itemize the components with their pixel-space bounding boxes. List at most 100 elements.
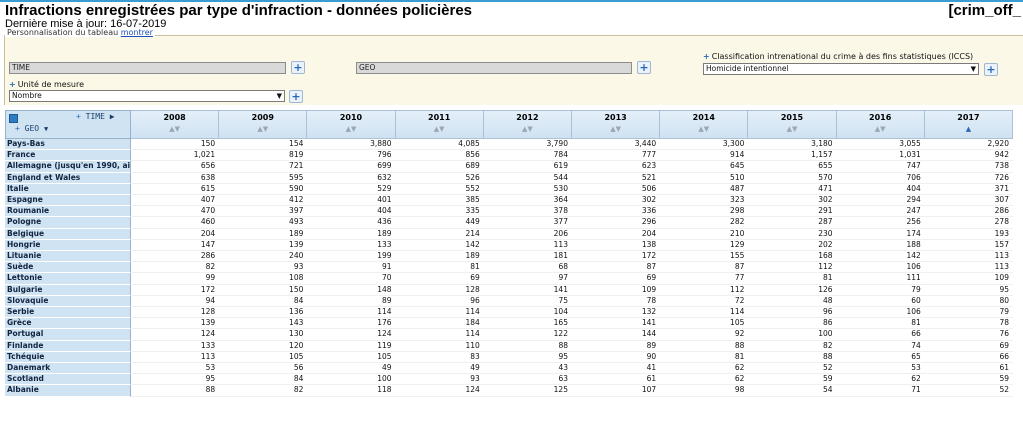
row-label[interactable]: Tchéquie xyxy=(5,351,131,363)
table-cell: 595 xyxy=(219,173,308,184)
time-dimension-box[interactable]: TIME xyxy=(9,62,286,74)
table-cell: 139 xyxy=(131,318,220,330)
add-unit-button[interactable]: + xyxy=(289,90,303,103)
row-label[interactable]: Grèce xyxy=(5,318,131,330)
table-row: Roumanie 470 397 404 335 378 336 298 291 247 286 xyxy=(5,206,1018,218)
show-link[interactable]: montrer xyxy=(121,28,153,37)
row-label[interactable]: Slovaquie xyxy=(5,295,131,307)
table-cell: 302 xyxy=(572,195,661,207)
table-row: Espagne 407 412 401 385 364 302 323 302 294 307 xyxy=(5,195,1018,207)
table-cell: 738 xyxy=(924,161,1013,173)
add-time-button[interactable]: + xyxy=(291,61,305,74)
table-cell: 240 xyxy=(219,251,308,263)
table-corner: + TIME ▶ + GEO ▼ xyxy=(5,110,131,139)
plus-icon[interactable]: + xyxy=(703,52,710,61)
table-cell: 176 xyxy=(307,318,396,330)
table-icon[interactable] xyxy=(9,114,18,123)
table-cell: 72 xyxy=(660,296,749,307)
table-cell: 59 xyxy=(748,374,837,386)
table-cell: 91 xyxy=(307,262,396,274)
sort-icon[interactable]: ▲▼ xyxy=(131,125,218,133)
table-cell: 112 xyxy=(748,262,837,274)
table-cell: 125 xyxy=(483,385,572,397)
row-label[interactable]: Danemark xyxy=(5,363,131,375)
table-row: Albanie 88 82 118 124 125 107 98 54 71 52 xyxy=(5,385,1018,397)
sort-icon[interactable]: ▲▼ xyxy=(219,125,306,133)
geo-axis-label[interactable]: + GEO ▼ xyxy=(15,124,48,133)
year-header-2013[interactable]: 2013 ▲▼ xyxy=(572,110,661,139)
year-header-2009[interactable]: 2009 ▲▼ xyxy=(219,110,308,139)
table-cell: 96 xyxy=(748,307,837,319)
table-cell: 62 xyxy=(836,374,925,386)
row-label[interactable]: Belgique xyxy=(5,228,131,240)
table-cell: 113 xyxy=(131,352,220,363)
table-cell: 113 xyxy=(924,262,1013,274)
row-label[interactable]: Pologne xyxy=(5,217,131,229)
row-label[interactable]: Italie xyxy=(5,183,131,195)
row-label[interactable]: Roumanie xyxy=(5,206,131,218)
table-cell: 487 xyxy=(660,184,749,195)
year-header-2017[interactable]: 2017 ▲ xyxy=(924,110,1013,139)
table-cell: 132 xyxy=(572,307,661,319)
row-label[interactable]: Finlande xyxy=(5,340,131,352)
row-label[interactable]: Lettonie xyxy=(5,273,131,285)
year-header-2012[interactable]: 2012 ▲▼ xyxy=(483,110,572,139)
year-header-2016[interactable]: 2016 ▲▼ xyxy=(836,110,925,139)
table-row: Suède 82 93 91 81 68 87 87 112 106 113 xyxy=(5,262,1018,274)
add-iccs-button[interactable]: + xyxy=(984,63,998,76)
row-label[interactable]: Allemagne (jusqu'en 1990, ai xyxy=(5,161,131,173)
sort-icon[interactable]: ▲▼ xyxy=(484,125,571,133)
sort-icon[interactable]: ▲▼ xyxy=(396,125,483,133)
table-cell: 106 xyxy=(836,262,925,274)
table-cell: 124 xyxy=(131,329,220,341)
table-cell: 3,300 xyxy=(660,139,749,151)
row-label[interactable]: Espagne xyxy=(5,195,131,207)
table-cell: 93 xyxy=(395,374,484,386)
table-cell: 118 xyxy=(307,385,396,397)
unit-select[interactable]: Nombre ▼ xyxy=(9,90,285,102)
table-cell: 65 xyxy=(836,352,925,363)
sort-icon[interactable]: ▲ xyxy=(925,125,1012,133)
table-cell: 336 xyxy=(572,206,661,218)
table-row: Scotland 95 84 100 93 63 61 62 59 62 59 xyxy=(5,374,1018,386)
table-row: Italie 615 590 529 552 530 506 487 471 404 371 xyxy=(5,183,1018,195)
row-label[interactable]: Pays-Bas xyxy=(5,139,131,151)
table-cell: 53 xyxy=(131,363,220,375)
table-cell: 66 xyxy=(924,352,1013,363)
row-label[interactable]: Bulgarie xyxy=(5,284,131,296)
sort-icon[interactable]: ▲▼ xyxy=(660,125,747,133)
sort-icon[interactable]: ▲▼ xyxy=(837,125,924,133)
year-header-2011[interactable]: 2011 ▲▼ xyxy=(395,110,484,139)
table-cell: 105 xyxy=(660,318,749,330)
table-cell: 80 xyxy=(924,296,1013,307)
table-cell: 141 xyxy=(572,318,661,330)
table-cell: 84 xyxy=(219,296,308,307)
table-cell: 286 xyxy=(924,206,1013,218)
table-cell: 62 xyxy=(660,374,749,386)
row-label[interactable]: Hongrie xyxy=(5,239,131,251)
year-header-2008[interactable]: 2008 ▲▼ xyxy=(131,110,220,139)
table-cell: 81 xyxy=(836,318,925,330)
row-label[interactable]: France xyxy=(5,150,131,162)
table-cell: 43 xyxy=(483,363,572,375)
table-row: Pays-Bas 150 154 3,880 4,085 3,790 3,440 3,300 3… xyxy=(5,139,1018,151)
plus-icon[interactable]: + xyxy=(9,80,16,89)
iccs-select[interactable]: Homicide intentionnel ▼ xyxy=(703,63,979,75)
sort-icon[interactable]: ▲▼ xyxy=(307,125,394,133)
row-label[interactable]: England et Wales xyxy=(5,172,131,184)
sort-icon[interactable]: ▲▼ xyxy=(748,125,835,133)
add-geo-button[interactable]: + xyxy=(637,61,651,74)
year-header-2015[interactable]: 2015 ▲▼ xyxy=(748,110,837,139)
time-axis-label[interactable]: + TIME ▶ xyxy=(76,112,115,121)
geo-dimension-box[interactable]: GEO xyxy=(356,62,632,74)
row-label[interactable]: Suède xyxy=(5,262,131,274)
row-label[interactable]: Scotland xyxy=(5,374,131,386)
row-label[interactable]: Portugal xyxy=(5,329,131,341)
year-header-2014[interactable]: 2014 ▲▼ xyxy=(660,110,749,139)
table-cell: 747 xyxy=(836,161,925,173)
row-label[interactable]: Serbie xyxy=(5,307,131,319)
year-header-2010[interactable]: 2010 ▲▼ xyxy=(307,110,396,139)
row-label[interactable]: Lituanie xyxy=(5,251,131,263)
sort-icon[interactable]: ▲▼ xyxy=(572,125,659,133)
row-label[interactable]: Albanie xyxy=(5,385,131,397)
